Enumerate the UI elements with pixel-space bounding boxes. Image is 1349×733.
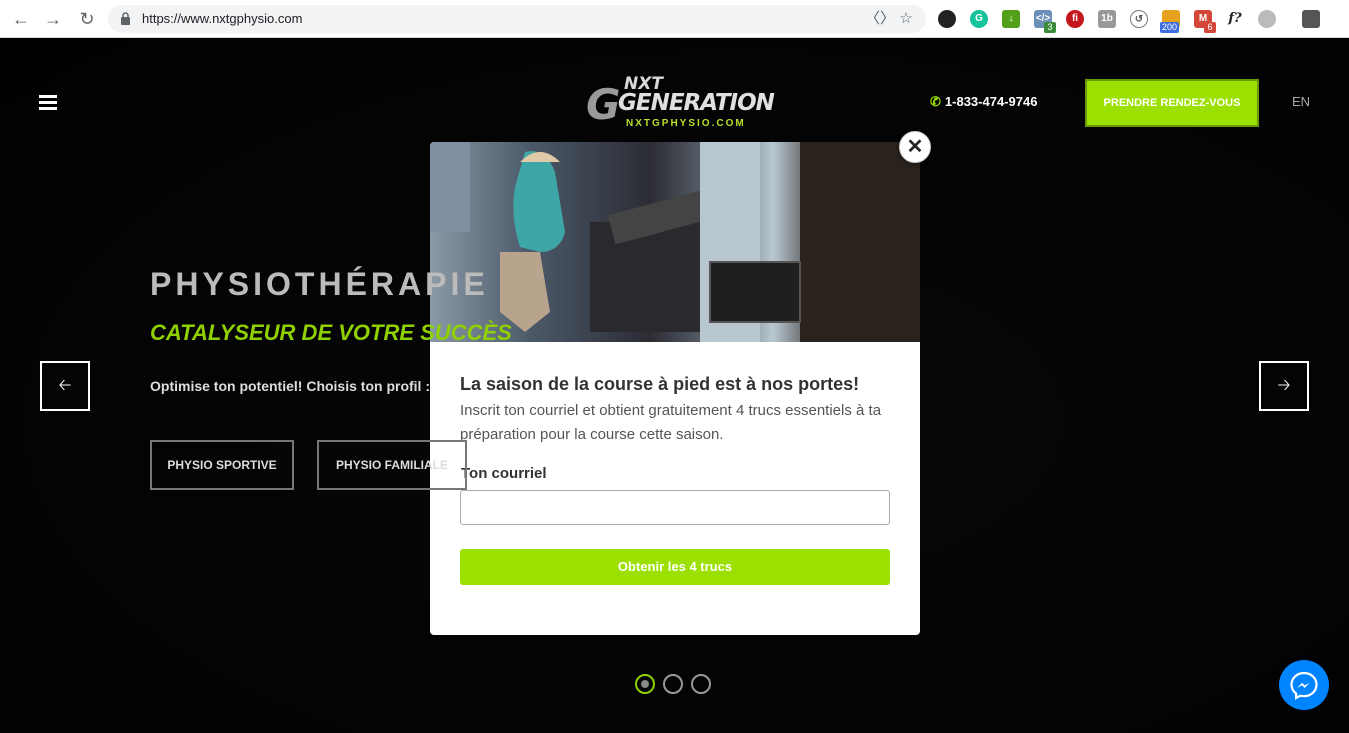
book-appointment-button[interactable]: PRENDRE RENDEZ-VOUS	[1085, 79, 1259, 127]
history-icon[interactable]: ↺	[1130, 10, 1148, 28]
ext-1b-icon[interactable]: 1b	[1098, 10, 1116, 28]
globe-icon[interactable]	[1258, 10, 1276, 28]
get-tips-button[interactable]: Obtenir les 4 trucs	[460, 549, 890, 585]
font-finder-icon[interactable]: f?	[1226, 10, 1244, 28]
treadmill-photo	[430, 142, 920, 342]
email-label: Ton courriel	[461, 465, 547, 482]
browser-toolbar: ← → ↻ https://www.nxtgphysio.com 〈〉 ☆ G …	[0, 0, 1349, 38]
physio-familiale-button[interactable]: PHYSIO FAMILIALE	[317, 440, 467, 490]
hero-text: Optimise ton potentiel! Choisis ton prof…	[150, 378, 430, 394]
messenger-chat-button[interactable]	[1279, 660, 1329, 710]
carousel-dots	[635, 674, 719, 699]
code-badge: 3	[1044, 22, 1056, 33]
messenger-icon	[1290, 671, 1318, 700]
fi-icon[interactable]: fi	[1066, 10, 1084, 28]
profile-avatar-icon[interactable]	[1302, 10, 1320, 28]
hero-title: PHYSIOTHÉRAPIE	[150, 266, 489, 302]
physio-sportive-button[interactable]: PHYSIO SPORTIVE	[150, 440, 294, 490]
translate-icon[interactable]: 〈〉	[865, 10, 895, 28]
reload-icon[interactable]: ↻	[76, 8, 98, 30]
logo-g-mark: G	[586, 80, 621, 129]
carousel-dot-1[interactable]	[635, 674, 655, 694]
gmail-badge: 6	[1204, 22, 1216, 33]
carousel-prev-icon[interactable]: 🡠	[40, 361, 90, 411]
logo-tagline: NXTGPHYSIO.COM	[626, 118, 746, 129]
close-icon[interactable]: ✕	[899, 131, 931, 163]
carousel-dot-3[interactable]	[691, 674, 711, 694]
site-logo[interactable]: G NXT GENERATION NXTGPHYSIO.COM	[584, 68, 775, 136]
rss-badge: 200	[1160, 22, 1180, 33]
back-icon[interactable]: ←	[10, 8, 32, 30]
grammarly-icon[interactable]: G	[970, 10, 988, 28]
email-field[interactable]	[460, 490, 890, 525]
phone-link[interactable]: ✆ 1-833-474-9746	[930, 94, 1037, 110]
lock-icon	[121, 12, 130, 25]
hero-subtitle: CATALYSEUR DE VOTRE SUCCÈS	[150, 320, 512, 345]
forward-icon[interactable]: →	[42, 8, 64, 30]
carousel-dot-2[interactable]	[663, 674, 683, 694]
phone-icon: ✆	[930, 94, 941, 109]
modal-description: Inscrit ton courriel et obtient gratuite…	[460, 402, 882, 443]
url-text: https://www.nxtgphysio.com	[142, 11, 303, 26]
menu-icon[interactable]	[39, 95, 57, 110]
address-bar[interactable]: https://www.nxtgphysio.com 〈〉 ☆	[108, 5, 926, 33]
extension-color-icon[interactable]	[938, 10, 956, 28]
logo-generation: GENERATION	[618, 90, 775, 116]
treadmill-illustration	[430, 142, 920, 342]
carousel-next-icon[interactable]: 🡢	[1259, 361, 1309, 411]
download-icon[interactable]: ↓	[1002, 10, 1020, 28]
bookmark-star-icon[interactable]: ☆	[897, 10, 915, 28]
modal-title: La saison de la course à pied est à nos …	[460, 374, 860, 394]
phone-number: 1-833-474-9746	[944, 94, 1038, 109]
language-switch[interactable]: EN	[1292, 94, 1310, 109]
newsletter-modal: La saison de la course à pied est à nos …	[430, 142, 920, 635]
